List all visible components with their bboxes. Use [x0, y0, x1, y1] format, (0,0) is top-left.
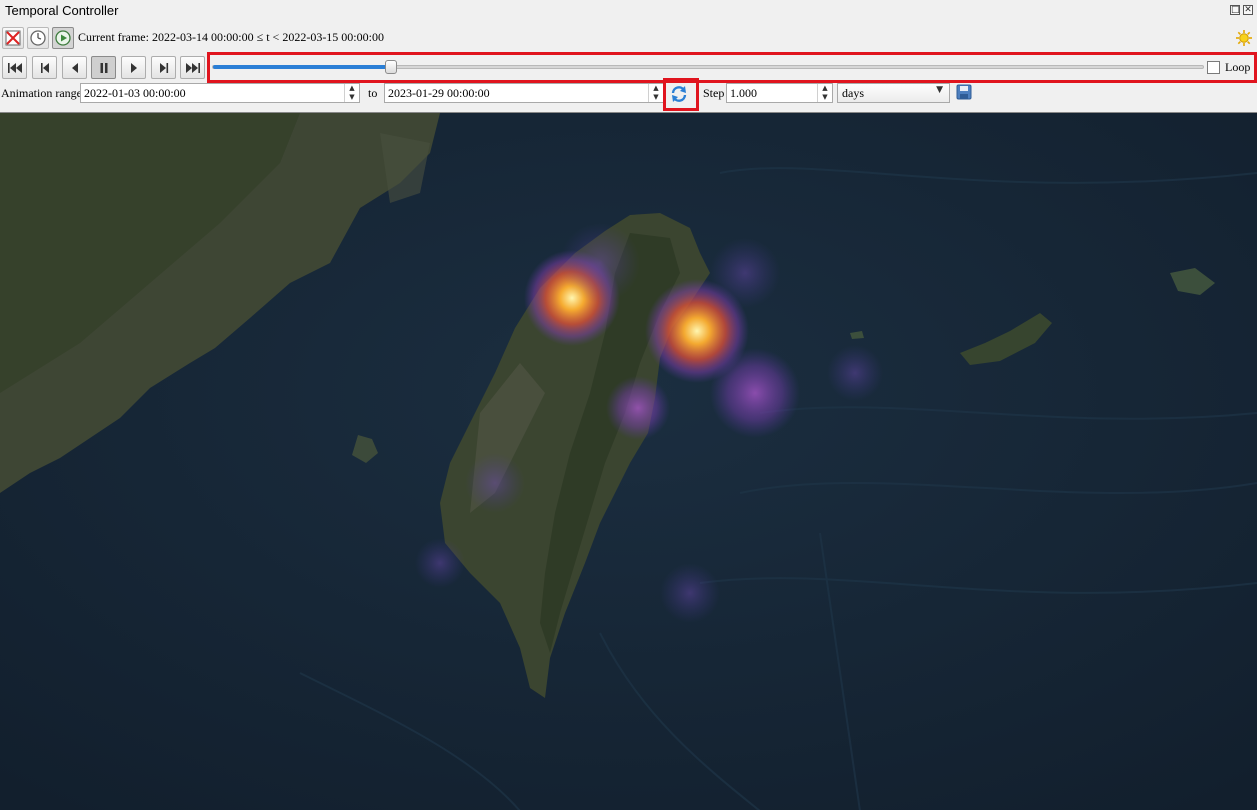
previous-frame-button[interactable]	[32, 56, 57, 79]
next-frame-icon	[159, 62, 168, 73]
float-panel-button[interactable]: □	[1230, 5, 1240, 15]
step-input[interactable]	[730, 86, 815, 101]
skip-to-start-button[interactable]	[2, 56, 27, 79]
range-start-field[interactable]: ▲▼	[80, 83, 360, 103]
loop-checkbox[interactable]	[1207, 61, 1220, 74]
step-unit-select[interactable]: days ▼	[837, 83, 950, 103]
play-backward-button[interactable]	[62, 56, 87, 79]
play-forward-button[interactable]	[121, 56, 146, 79]
settings-button[interactable]	[1235, 29, 1253, 47]
satellite-basemap	[0, 113, 1257, 810]
step-spinner[interactable]: ▲ ▼	[817, 84, 832, 102]
current-frame-label: Current frame: 2022-03-14 00:00:00 ≤ t <…	[78, 30, 384, 44]
animated-navigation-button[interactable]	[52, 27, 74, 49]
pause-icon	[100, 62, 107, 73]
timeline-slider[interactable]	[212, 65, 1204, 69]
range-to-label: to	[368, 86, 378, 100]
title-bar: Temporal Controller □ ✕	[0, 0, 1257, 22]
temporal-controller-panel: Temporal Controller □ ✕ Current frame: 2…	[0, 0, 1257, 112]
pause-button[interactable]	[91, 56, 116, 79]
reset-range-button[interactable]	[669, 84, 689, 104]
save-icon	[956, 84, 972, 100]
timeline-progress	[213, 65, 392, 69]
range-start-spinner[interactable]: ▲ ▼	[344, 84, 359, 102]
range-end-input[interactable]	[388, 86, 646, 101]
disable-temporal-button[interactable]	[2, 27, 24, 49]
clock-icon	[30, 30, 46, 46]
step-label: Step	[703, 86, 725, 100]
skip-to-start-icon	[7, 62, 22, 73]
settings-sun-icon	[1236, 30, 1252, 46]
play-circle-icon	[55, 30, 71, 46]
next-frame-button[interactable]	[151, 56, 176, 79]
refresh-icon	[671, 86, 687, 102]
disable-temporal-icon	[5, 30, 21, 46]
step-unit-value: days	[842, 86, 864, 100]
map-canvas[interactable]	[0, 112, 1257, 810]
chevron-down-icon: ▼	[936, 85, 943, 95]
close-panel-button[interactable]: ✕	[1243, 5, 1253, 15]
step-field[interactable]: ▲▼	[726, 83, 833, 103]
range-start-input[interactable]	[84, 86, 342, 101]
loop-label: Loop	[1225, 60, 1251, 74]
timeline-slider-handle[interactable]	[385, 60, 397, 74]
play-forward-icon	[130, 62, 137, 73]
export-animation-button[interactable]	[956, 84, 972, 100]
range-end-spinner[interactable]: ▲ ▼	[648, 84, 663, 102]
panel-title: Temporal Controller	[5, 3, 119, 18]
play-backward-icon	[71, 62, 78, 73]
animation-range-label: Animation range	[1, 86, 82, 100]
skip-to-end-icon	[185, 62, 200, 73]
range-end-field[interactable]: ▲▼	[384, 83, 664, 103]
skip-to-end-button[interactable]	[180, 56, 205, 79]
previous-frame-icon	[40, 62, 49, 73]
fixed-range-button[interactable]	[27, 27, 49, 49]
